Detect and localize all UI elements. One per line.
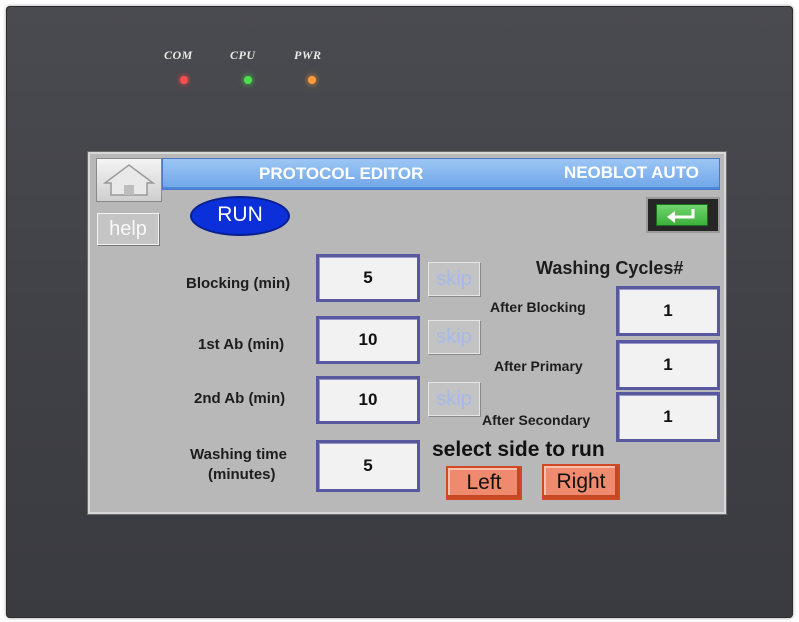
home-icon xyxy=(102,164,156,196)
left-side-button[interactable]: Left xyxy=(446,466,522,500)
cpu-led-indicator xyxy=(244,76,252,84)
after-blocking-cycles-input[interactable]: 1 xyxy=(616,286,720,336)
cpu-led-label: CPU xyxy=(230,48,256,62)
com-led-label: COM xyxy=(164,48,193,62)
after-blocking-label: After Blocking xyxy=(490,299,586,315)
washing-time-label: Washing time xyxy=(190,446,287,463)
second-ab-skip-button[interactable]: skip xyxy=(428,382,480,416)
blocking-skip-button[interactable]: skip xyxy=(428,262,480,296)
first-ab-label: 1st Ab (min) xyxy=(198,336,285,353)
first-ab-time-input[interactable]: 10 xyxy=(316,316,420,364)
after-secondary-label: After Secondary xyxy=(482,412,591,428)
pwr-led-label: PWR xyxy=(294,48,322,62)
washing-time-input[interactable]: 5 xyxy=(316,440,420,492)
enter-button[interactable] xyxy=(646,197,720,233)
page-title: PROTOCOL EDITOR xyxy=(259,164,424,183)
blocking-time-input[interactable]: 5 xyxy=(316,254,420,302)
washing-cycles-title: Washing Cycles# xyxy=(536,258,684,278)
second-ab-time-input[interactable]: 10 xyxy=(316,376,420,424)
run-button[interactable]: RUN xyxy=(190,196,290,236)
com-led-indicator xyxy=(180,76,188,84)
title-bar: PROTOCOL EDITOR NEOBLOT AUTO xyxy=(162,158,720,190)
pwr-led-indicator xyxy=(308,76,316,84)
after-primary-label: After Primary xyxy=(494,358,583,374)
home-button[interactable] xyxy=(96,158,162,202)
after-secondary-cycles-input[interactable]: 1 xyxy=(616,392,720,442)
washing-time-unit-label: (minutes) xyxy=(208,466,276,483)
right-side-button[interactable]: Right xyxy=(542,464,620,500)
first-ab-skip-button[interactable]: skip xyxy=(428,320,480,354)
second-ab-label: 2nd Ab (min) xyxy=(194,390,286,407)
after-primary-cycles-input[interactable]: 1 xyxy=(616,340,720,390)
mode-label: NEOBLOT AUTO xyxy=(563,163,699,182)
blocking-label: Blocking (min) xyxy=(186,275,291,292)
help-button[interactable]: help xyxy=(97,213,159,245)
select-side-prompt: select side to run xyxy=(432,438,605,461)
enter-icon xyxy=(656,204,708,226)
